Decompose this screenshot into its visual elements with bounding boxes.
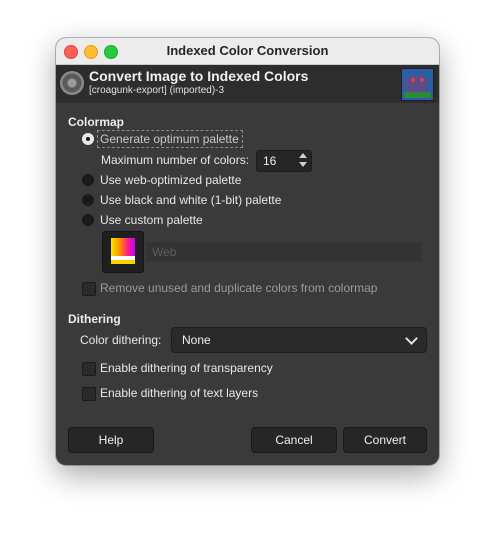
dithering-section-label: Dithering (68, 312, 121, 326)
radio-black-white[interactable] (82, 194, 94, 206)
label-web-optimized[interactable]: Use web-optimized palette (100, 173, 241, 187)
dialog-window: Indexed Color Conversion Convert Image t… (56, 38, 439, 465)
spin-up-icon[interactable] (298, 152, 308, 160)
label-custom-palette[interactable]: Use custom palette (100, 213, 203, 227)
palette-swatch-icon (111, 238, 135, 264)
image-thumbnail (401, 68, 434, 101)
chevron-down-icon (405, 332, 418, 345)
max-colors-spinner[interactable]: 16 (256, 150, 312, 172)
checkbox-remove-unused[interactable] (82, 282, 96, 296)
film-reel-icon (60, 71, 84, 95)
title-bar[interactable]: Indexed Color Conversion (56, 38, 439, 65)
help-button[interactable]: Help (68, 427, 154, 453)
label-dither-transparency[interactable]: Enable dithering of transparency (100, 361, 273, 375)
color-dithering-select[interactable]: None (171, 327, 427, 353)
label-black-white[interactable]: Use black and white (1-bit) palette (100, 193, 281, 207)
checkbox-dither-text-layers[interactable] (82, 387, 96, 401)
window-title: Indexed Color Conversion (166, 43, 329, 58)
colormap-section-label: Colormap (68, 115, 125, 129)
checkbox-dither-transparency[interactable] (82, 362, 96, 376)
label-remove-unused[interactable]: Remove unused and duplicate colors from … (100, 281, 377, 295)
palette-select-button[interactable] (102, 231, 144, 273)
spin-down-icon[interactable] (298, 161, 308, 169)
color-dithering-value: None (182, 333, 211, 347)
label-dither-text-layers[interactable]: Enable dithering of text layers (100, 386, 258, 400)
palette-name-text: Web (152, 245, 177, 259)
radio-generate-optimum[interactable] (82, 133, 94, 145)
label-generate-optimum[interactable]: Generate optimum palette (100, 132, 239, 146)
max-colors-value[interactable]: 16 (263, 154, 276, 168)
max-colors-label: Maximum number of colors: (101, 153, 250, 167)
convert-button[interactable]: Convert (343, 427, 427, 453)
image-name: [croagunk-export] (imported)-3 (89, 85, 225, 96)
dialog-header: Convert Image to Indexed Colors [croagun… (56, 65, 439, 103)
color-dithering-label: Color dithering: (80, 333, 162, 347)
cancel-button[interactable]: Cancel (251, 427, 337, 453)
dialog-header-title: Convert Image to Indexed Colors (89, 68, 309, 84)
radio-custom-palette[interactable] (82, 214, 94, 226)
palette-name-field[interactable]: Web (146, 242, 422, 262)
radio-web-optimized[interactable] (82, 174, 94, 186)
